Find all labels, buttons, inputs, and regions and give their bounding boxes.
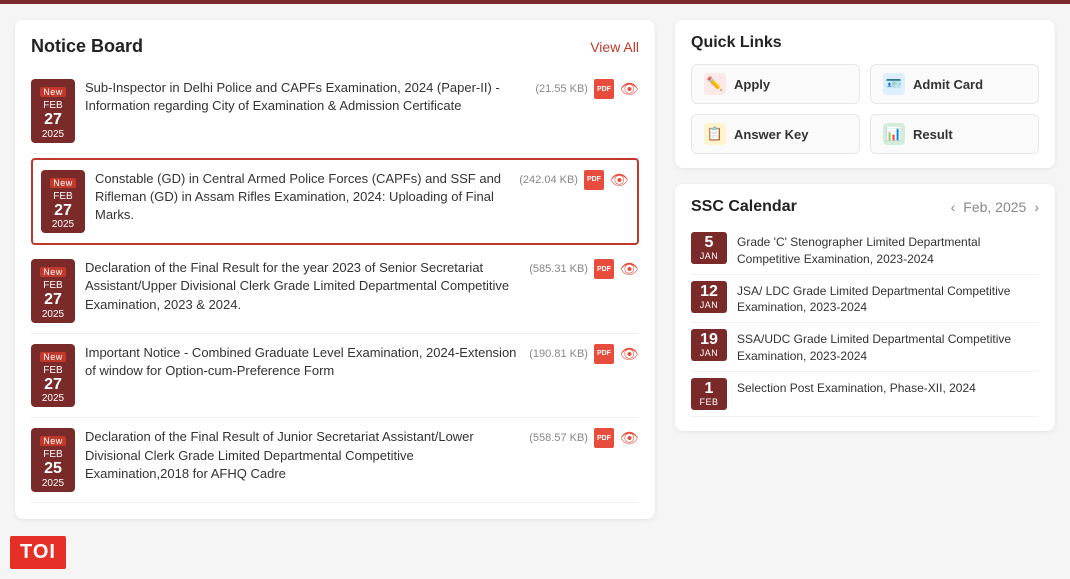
notice-date-badge: New Feb 25 2025 <box>31 428 75 492</box>
notice-list: New Feb 27 2025 Sub-Inspector in Delhi P… <box>31 69 639 503</box>
notice-item: New Feb 27 2025 Important Notice - Combi… <box>31 334 639 419</box>
notice-text: Sub-Inspector in Delhi Police and CAPFs … <box>85 80 500 113</box>
notice-text: Declaration of the Final Result for the … <box>85 260 509 311</box>
notice-date-badge: New Feb 27 2025 <box>31 259 75 323</box>
notice-board-panel: Notice Board View All New Feb 27 2025 Su… <box>15 20 655 519</box>
calendar-item: 19 JAN SSA/UDC Grade Limited Departmenta… <box>691 323 1039 372</box>
notice-text: Constable (GD) in Central Armed Police F… <box>95 171 501 222</box>
notice-header: Notice Board View All <box>31 36 639 57</box>
notice-item: New Feb 27 2025 Declaration of the Final… <box>31 249 639 334</box>
toi-badge: TOI <box>10 536 66 569</box>
admit-icon: 🪪 <box>883 73 905 95</box>
calendar-item: 1 FEB Selection Post Examination, Phase-… <box>691 372 1039 417</box>
notice-meta: (242.04 KB) PDF 👁 <box>519 170 629 190</box>
notice-item: New Feb 27 2025 Sub-Inspector in Delhi P… <box>31 69 639 154</box>
notice-meta: (190.81 KB) PDF 👁 <box>529 344 639 364</box>
quick-links-section: Quick Links ✏️ Apply 🪪 Admit Card 📋 Answ… <box>675 20 1055 168</box>
notice-date-badge: New Feb 27 2025 <box>31 344 75 408</box>
eye-icon[interactable]: 👁 <box>620 429 639 447</box>
answer-icon: 📋 <box>704 123 726 145</box>
calendar-list: 5 JAN Grade 'C' Stenographer Limited Dep… <box>691 226 1039 417</box>
ssc-calendar-section: SSC Calendar ‹ Feb, 2025 › 5 JAN Grade '… <box>675 184 1055 431</box>
calendar-event-text: Grade 'C' Stenographer Limited Departmen… <box>737 232 1039 268</box>
notice-content: Constable (GD) in Central Armed Police F… <box>95 170 509 225</box>
file-size: (190.81 KB) <box>529 348 588 360</box>
admit-label: Admit Card <box>913 77 983 92</box>
notice-content: Sub-Inspector in Delhi Police and CAPFs … <box>85 79 525 115</box>
calendar-event-text: JSA/ LDC Grade Limited Departmental Comp… <box>737 281 1039 317</box>
prev-month-icon[interactable]: ‹ <box>951 199 956 215</box>
apply-label: Apply <box>734 77 770 92</box>
quick-link-apply[interactable]: ✏️ Apply <box>691 64 860 104</box>
quick-link-result[interactable]: 📊 Result <box>870 114 1039 154</box>
notice-meta: (585.31 KB) PDF 👁 <box>529 259 639 279</box>
calendar-title: SSC Calendar <box>691 198 797 216</box>
eye-icon[interactable]: 👁 <box>610 171 629 189</box>
calendar-item: 5 JAN Grade 'C' Stenographer Limited Dep… <box>691 226 1039 275</box>
answer-label: Answer Key <box>734 127 808 142</box>
notice-date-badge: New Feb 27 2025 <box>41 170 85 234</box>
calendar-header: SSC Calendar ‹ Feb, 2025 › <box>691 198 1039 216</box>
quick-link-answer[interactable]: 📋 Answer Key <box>691 114 860 154</box>
calendar-month-label: Feb, 2025 <box>963 199 1026 215</box>
file-size: (585.31 KB) <box>529 263 588 275</box>
view-all-link[interactable]: View All <box>590 39 639 55</box>
notice-date-badge: New Feb 27 2025 <box>31 79 75 143</box>
notice-meta: (558.57 KB) PDF 👁 <box>529 428 639 448</box>
calendar-date: 12 JAN <box>691 281 727 313</box>
pdf-icon[interactable]: PDF <box>594 79 614 99</box>
file-size: (242.04 KB) <box>519 174 578 186</box>
file-size: (21.55 KB) <box>535 83 588 95</box>
notice-text: Important Notice - Combined Graduate Lev… <box>85 345 516 378</box>
file-size: (558.57 KB) <box>529 432 588 444</box>
result-label: Result <box>913 127 953 142</box>
eye-icon[interactable]: 👁 <box>620 80 639 98</box>
quick-links-title: Quick Links <box>691 34 1039 52</box>
calendar-date: 1 FEB <box>691 378 727 410</box>
next-month-icon[interactable]: › <box>1034 199 1039 215</box>
main-container: Notice Board View All New Feb 27 2025 Su… <box>15 20 1055 519</box>
calendar-item: 12 JAN JSA/ LDC Grade Limited Department… <box>691 275 1039 324</box>
calendar-nav: ‹ Feb, 2025 › <box>951 199 1039 215</box>
notice-item: New Feb 27 2025 Constable (GD) in Centra… <box>31 158 639 246</box>
quick-link-admit[interactable]: 🪪 Admit Card <box>870 64 1039 104</box>
pdf-icon[interactable]: PDF <box>594 344 614 364</box>
notice-item: New Feb 25 2025 Declaration of the Final… <box>31 418 639 503</box>
calendar-event-text: SSA/UDC Grade Limited Departmental Compe… <box>737 329 1039 365</box>
notice-meta: (21.55 KB) PDF 👁 <box>535 79 639 99</box>
pdf-icon[interactable]: PDF <box>594 428 614 448</box>
result-icon: 📊 <box>883 123 905 145</box>
eye-icon[interactable]: 👁 <box>620 345 639 363</box>
apply-icon: ✏️ <box>704 73 726 95</box>
notice-text: Declaration of the Final Result of Junio… <box>85 429 474 480</box>
notice-content: Declaration of the Final Result of Junio… <box>85 428 519 483</box>
calendar-date: 5 JAN <box>691 232 727 264</box>
notice-content: Declaration of the Final Result for the … <box>85 259 519 314</box>
pdf-icon[interactable]: PDF <box>584 170 604 190</box>
calendar-event-text: Selection Post Examination, Phase-XII, 2… <box>737 378 976 397</box>
pdf-icon[interactable]: PDF <box>594 259 614 279</box>
eye-icon[interactable]: 👁 <box>620 260 639 278</box>
notice-board-title: Notice Board <box>31 36 143 57</box>
calendar-date: 19 JAN <box>691 329 727 361</box>
quick-links-grid: ✏️ Apply 🪪 Admit Card 📋 Answer Key 📊 Res… <box>691 64 1039 154</box>
right-panel: Quick Links ✏️ Apply 🪪 Admit Card 📋 Answ… <box>675 20 1055 519</box>
notice-content: Important Notice - Combined Graduate Lev… <box>85 344 519 380</box>
